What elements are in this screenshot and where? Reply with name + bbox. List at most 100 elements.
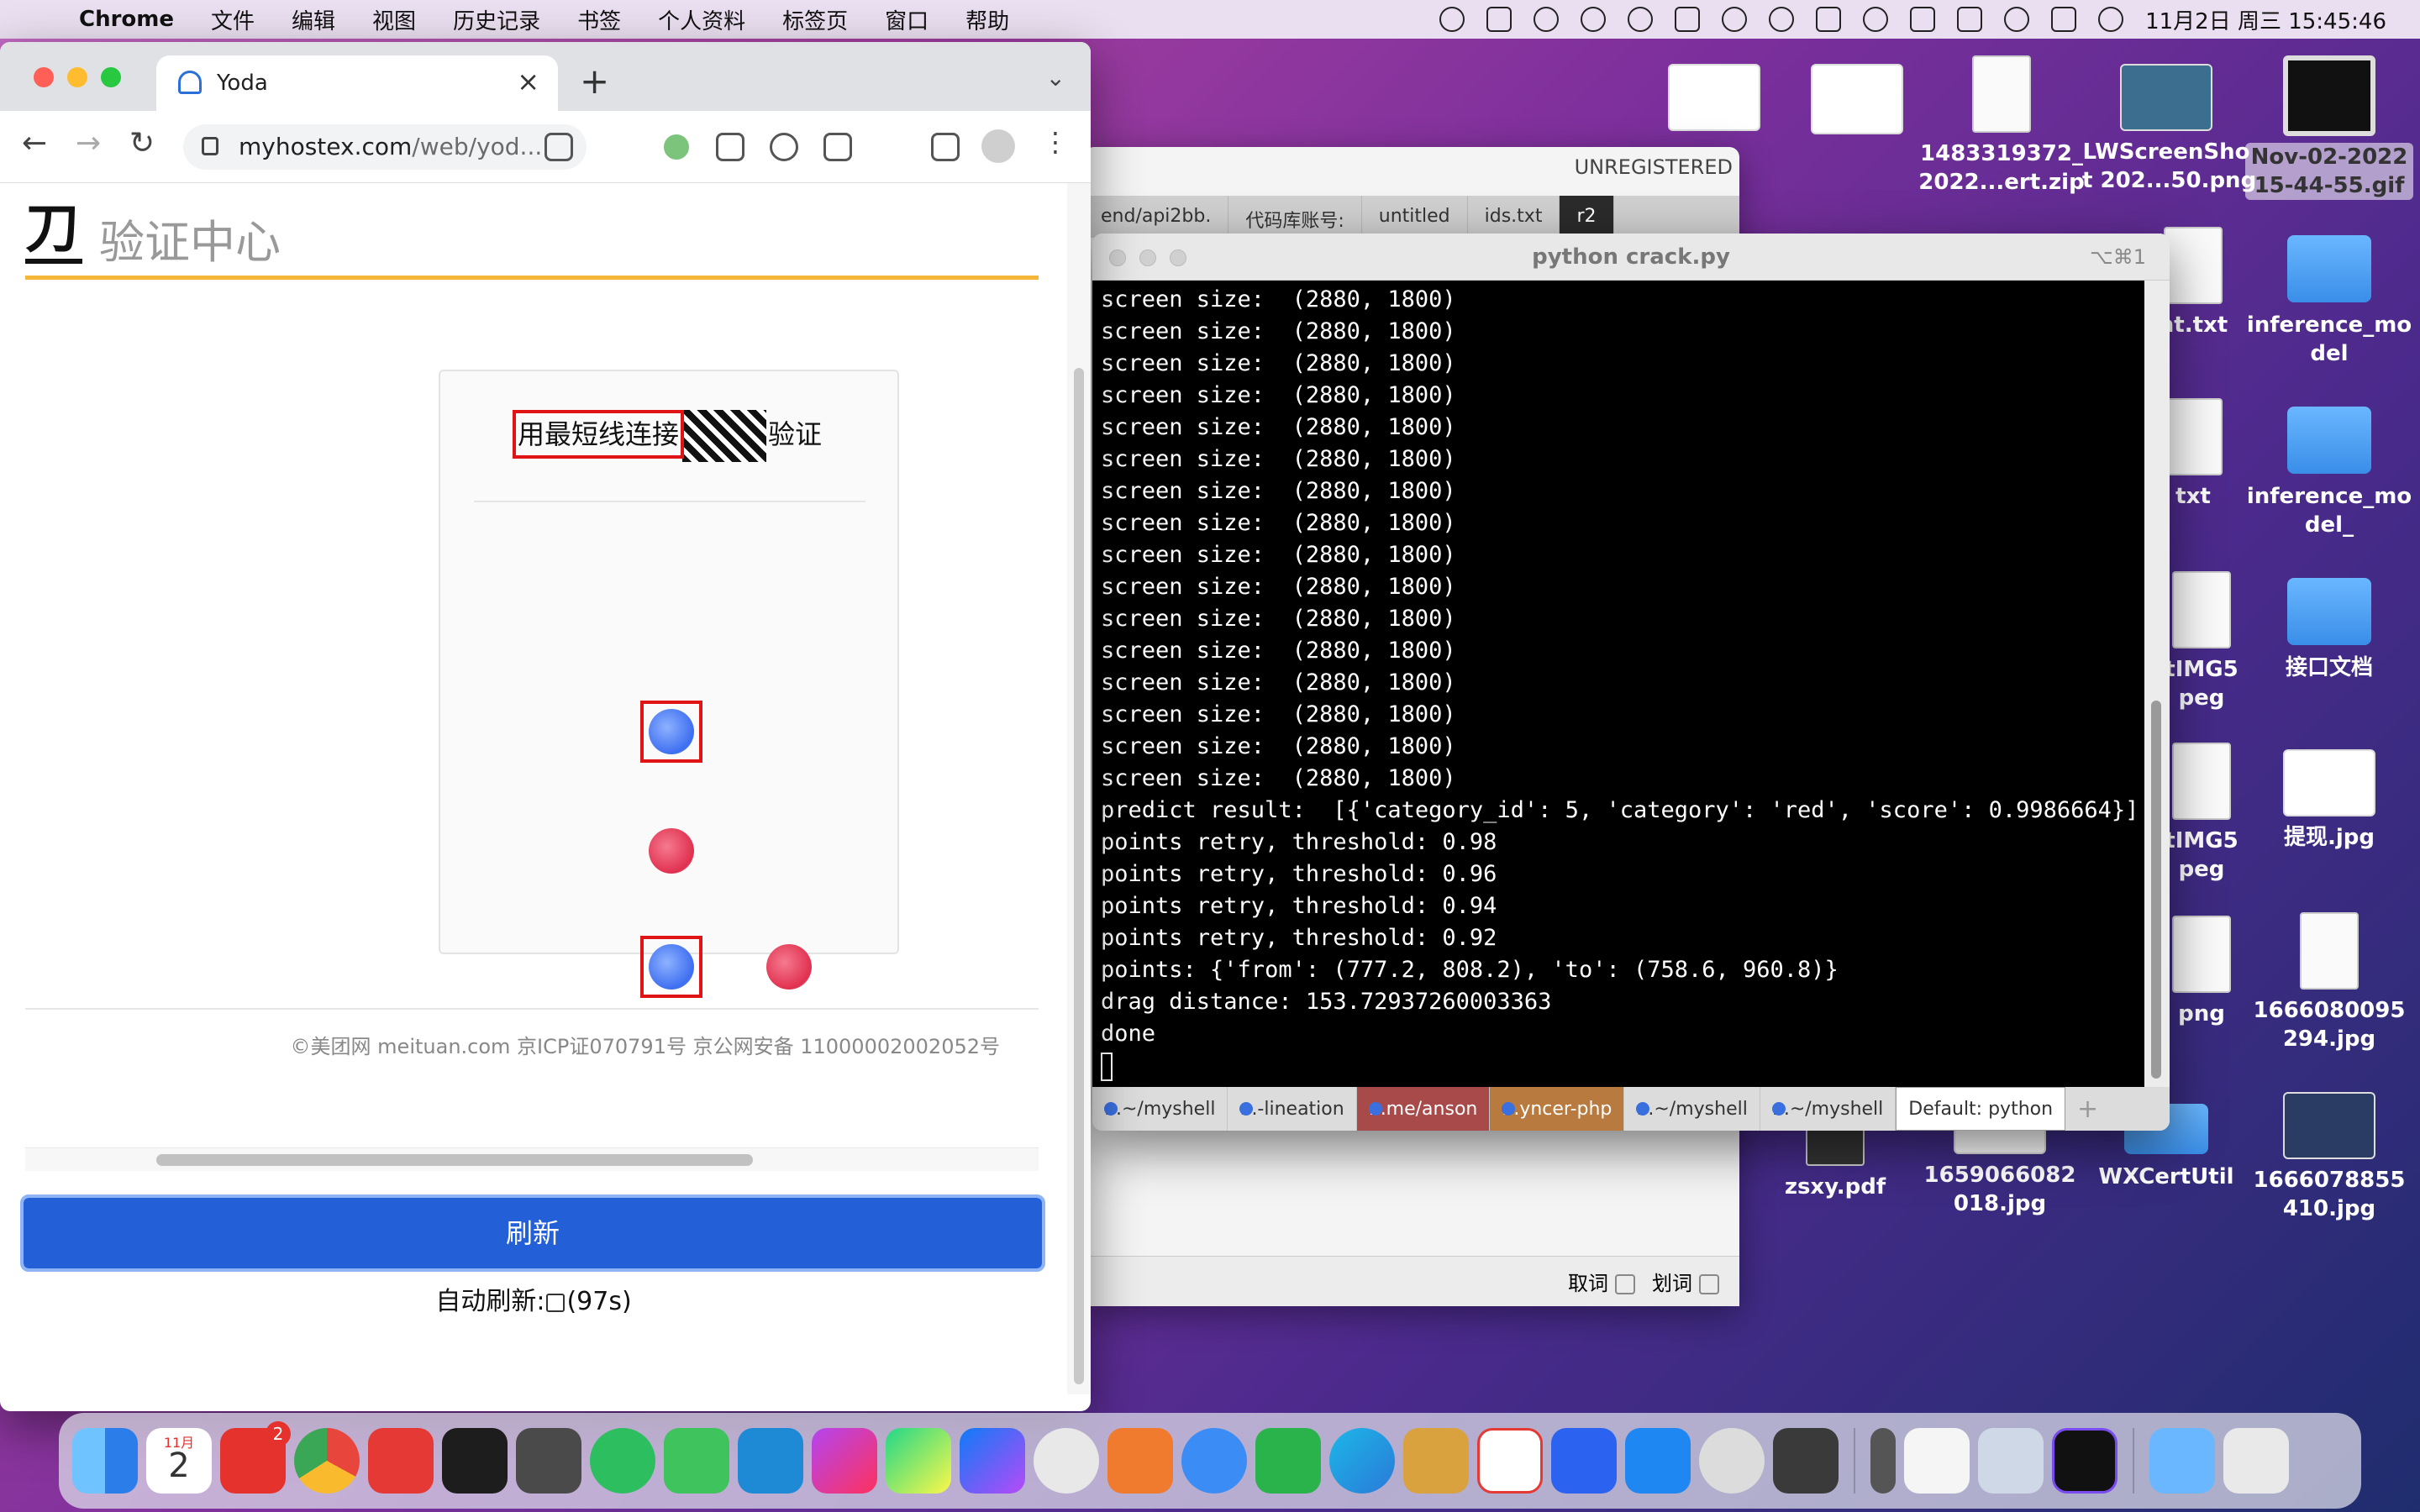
menu-edit[interactable]: 编辑 xyxy=(292,4,335,35)
keyboard-icon[interactable] xyxy=(1675,7,1701,32)
siri-icon[interactable] xyxy=(2098,7,2124,32)
menu-history[interactable]: 历史记录 xyxy=(453,4,540,35)
menu-window[interactable]: 窗口 xyxy=(885,4,929,35)
captcha-dot-red[interactable] xyxy=(649,828,694,874)
chevron-down-icon[interactable]: ⌄ xyxy=(1046,64,1065,92)
terminal-output[interactable]: screen size: (2880, 1800) screen size: (2… xyxy=(1092,281,2144,1087)
menu-app-chrome[interactable]: Chrome xyxy=(79,7,174,32)
extension-circle-icon[interactable] xyxy=(770,133,798,161)
preview-icon[interactable] xyxy=(1034,1428,1099,1494)
trash-icon[interactable] xyxy=(2223,1428,2289,1494)
zoom-button[interactable] xyxy=(101,67,121,87)
search-icon[interactable] xyxy=(1769,7,1795,32)
terminal-scrollbar[interactable] xyxy=(2144,281,2170,1087)
desktop-file-jpg-1666080095[interactable]: 1666080095 294.jpg xyxy=(2245,912,2413,1053)
vertical-scrollbar[interactable] xyxy=(1067,183,1091,1394)
captcha-dot-red[interactable] xyxy=(766,944,812,990)
time-machine-icon[interactable] xyxy=(1628,7,1654,32)
scrollbar-thumb[interactable] xyxy=(1074,368,1084,1384)
terminal-tab[interactable]: ...-lineation xyxy=(1228,1087,1357,1131)
chat-icon[interactable] xyxy=(1863,7,1889,32)
menu-clock[interactable]: 11月2日 周三 15:45:46 xyxy=(2145,4,2386,35)
finder-icon[interactable] xyxy=(72,1428,138,1494)
desktop-folder-inference-model[interactable]: inference_mo del xyxy=(2245,235,2413,368)
terminal-alt-icon[interactable] xyxy=(1699,1428,1765,1494)
sublime-status-icon[interactable] xyxy=(1910,7,1936,32)
address-bar[interactable]: myhostex.com/web/yod... xyxy=(183,124,587,170)
send-icon[interactable] xyxy=(1816,7,1842,32)
headphones-icon[interactable] xyxy=(1722,7,1748,32)
desktop-file-gif[interactable]: Nov-02-2022 15-44-55.gif xyxy=(2245,55,2413,200)
terminal-tab[interactable]: ...me/anson xyxy=(1356,1087,1491,1131)
chrome-tab-yoda[interactable]: Yoda × xyxy=(156,55,558,111)
transmit-icon[interactable] xyxy=(1403,1428,1469,1494)
sublime-text-icon[interactable] xyxy=(516,1428,581,1494)
calculator-icon[interactable] xyxy=(1773,1428,1839,1494)
select-word-toggle[interactable]: 划词 xyxy=(1652,1267,1719,1296)
desktop-folder-inference-model-2[interactable]: inference_mo del_ xyxy=(2245,407,2413,539)
goland-icon[interactable] xyxy=(960,1428,1025,1494)
desktop-file-thumb-2[interactable] xyxy=(1773,64,1941,141)
wechat-icon[interactable] xyxy=(1581,7,1607,32)
pencil-app-icon[interactable] xyxy=(1107,1428,1173,1494)
desktop-file-zip[interactable]: 1483319372_ 2022...ert.zip xyxy=(1918,55,2086,197)
puzzle-extensions-icon[interactable] xyxy=(877,133,906,161)
calendar-icon[interactable]: 11月 2 xyxy=(146,1428,212,1494)
captcha-dot-blue[interactable] xyxy=(649,709,694,754)
minimize-button[interactable] xyxy=(67,67,87,87)
lookup-word-toggle[interactable]: 取词 xyxy=(1568,1267,1635,1296)
downloads-folder-icon[interactable] xyxy=(2149,1428,2215,1494)
control-center-icon[interactable] xyxy=(2051,7,2077,32)
lock-icon[interactable] xyxy=(202,137,218,155)
sublime-tab[interactable]: 代码库账号: xyxy=(1228,196,1362,238)
desktop-folder-api-docs[interactable]: 接口文档 xyxy=(2245,578,2413,682)
lark-icon[interactable] xyxy=(1181,1428,1247,1494)
bookmark-star-icon[interactable] xyxy=(595,133,623,161)
battery-icon[interactable] xyxy=(1957,7,1983,32)
captcha-dot-blue[interactable] xyxy=(649,944,694,990)
device-icon[interactable] xyxy=(1870,1428,1896,1494)
play-icon[interactable] xyxy=(1439,7,1465,32)
edge-icon[interactable] xyxy=(1329,1428,1395,1494)
bluetooth-icon[interactable] xyxy=(1534,7,1560,32)
terminal-tab[interactable]: ...~/myshell xyxy=(1092,1087,1228,1131)
screens-icon[interactable] xyxy=(1255,1428,1321,1494)
xcode-tools-icon[interactable] xyxy=(1625,1428,1691,1494)
phpstorm-icon[interactable] xyxy=(812,1428,877,1494)
chrome-icon[interactable] xyxy=(294,1428,360,1494)
sublime-tab[interactable]: untitled xyxy=(1362,196,1468,238)
terminal-tab-active[interactable]: Default: python xyxy=(1896,1087,2066,1131)
sublime-tab-active[interactable]: r2 xyxy=(1560,196,1614,238)
wps-icon[interactable] xyxy=(1477,1428,1543,1494)
desktop-file-jpg-1666078855[interactable]: 1666078855 410.jpg xyxy=(2245,1092,2413,1223)
close-tab-icon[interactable]: × xyxy=(517,66,539,97)
horizontal-scrollbar[interactable] xyxy=(25,1147,1039,1171)
terminal-tab[interactable]: ...yncer-php xyxy=(1490,1087,1625,1131)
back-arrow-icon[interactable]: ← xyxy=(22,126,47,160)
captcha-panel[interactable]: 用最短线连接 验证 xyxy=(439,370,899,998)
screenflow-icon[interactable] xyxy=(2052,1428,2118,1494)
more-menu-icon[interactable]: ⋮ xyxy=(1042,126,1069,158)
lookup-word-checkbox[interactable] xyxy=(1615,1274,1635,1294)
terminal-title-bar[interactable]: python crack.py ⌥⌘1 xyxy=(1092,234,2170,281)
wifi-icon[interactable] xyxy=(2004,7,2030,32)
refresh-button[interactable]: 刷新 xyxy=(20,1194,1045,1272)
translate-icon[interactable] xyxy=(716,133,744,161)
sublime-tab[interactable]: ids.txt xyxy=(1468,196,1560,238)
menu-tabs[interactable]: 标签页 xyxy=(782,4,848,35)
evernote-icon[interactable] xyxy=(590,1428,655,1494)
grid-icon[interactable] xyxy=(1486,7,1512,32)
youdao-icon[interactable] xyxy=(368,1428,434,1494)
new-tab-plus-icon[interactable]: + xyxy=(2065,1087,2110,1131)
scrollbar-thumb[interactable] xyxy=(156,1154,753,1166)
reload-icon[interactable]: ↻ xyxy=(129,126,155,160)
new-tab-icon[interactable]: + xyxy=(580,60,609,102)
pycharm-icon[interactable] xyxy=(886,1428,951,1494)
side-panel-icon[interactable] xyxy=(931,133,960,161)
menu-profiles[interactable]: 个人资料 xyxy=(658,4,745,35)
terminal-tab[interactable]: ...~/myshell xyxy=(1760,1087,1897,1131)
scrollbar-thumb[interactable] xyxy=(2151,701,2161,1079)
terminal-icon[interactable] xyxy=(442,1428,508,1494)
wechat-icon[interactable] xyxy=(664,1428,729,1494)
menu-help[interactable]: 帮助 xyxy=(965,4,1009,35)
